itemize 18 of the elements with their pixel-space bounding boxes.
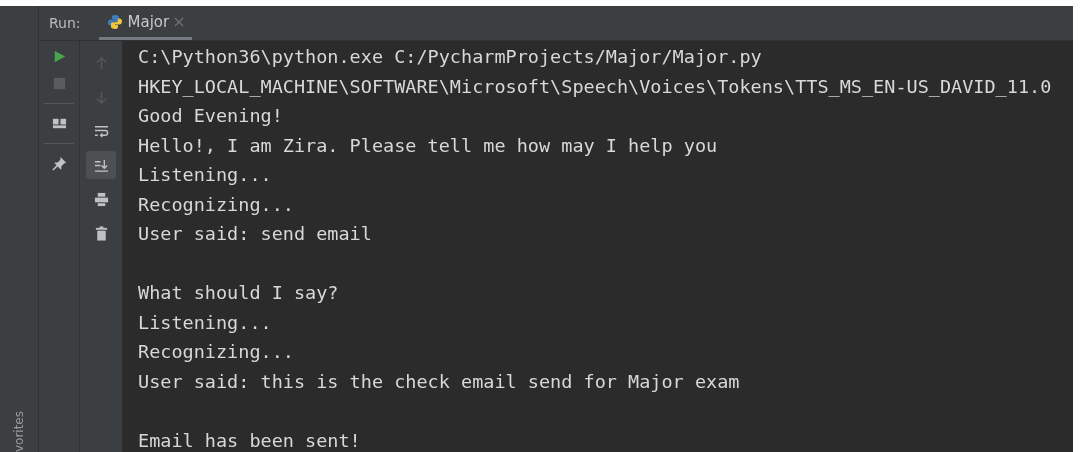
- console-line: Email has been sent!: [138, 428, 362, 452]
- console-line: Recognizing...: [138, 192, 295, 217]
- console-line: Listening...: [138, 163, 273, 187]
- console-line: Listening...: [138, 310, 273, 335]
- console-line: HKEY_LOCAL_MACHINE\SOFTWARE\Microsoft\Speech\Voices\Tokens\TTS_MS_EN-US_DAVID_11.0: [138, 74, 1053, 99]
- scroll-to-end-icon[interactable]: [86, 151, 116, 179]
- console-line: Hello!, I am Zira. Please tell me how may I help you: [138, 133, 719, 158]
- console-line: What should I say?: [138, 281, 340, 305]
- console-line: C:\Python36\python.exe C:/PycharmProjects/Major/Major.py: [138, 45, 763, 69]
- pin-icon[interactable]: [51, 156, 67, 171]
- console-line: User said: send email: [138, 222, 373, 246]
- layout-icon[interactable]: [51, 116, 67, 131]
- run-label: Run:: [49, 15, 81, 31]
- console-line: Recognizing...: [138, 340, 295, 364]
- python-icon: [106, 13, 123, 30]
- favorites-tab[interactable]: vorites: [12, 410, 26, 452]
- console-line: User said: this is the check email send for Major exam: [138, 369, 741, 394]
- console-line: Good Evening!: [138, 104, 284, 128]
